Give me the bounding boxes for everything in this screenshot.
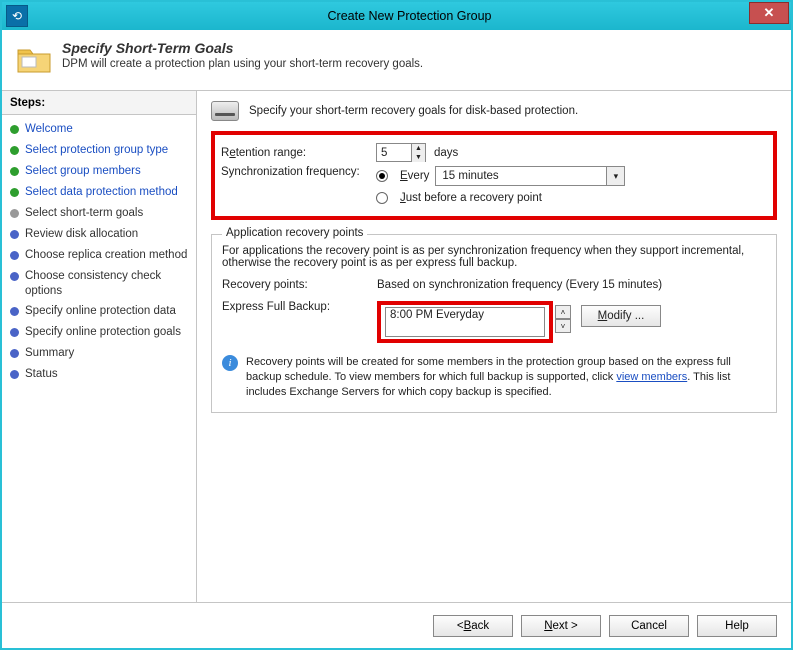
recovery-points-value: Based on synchronization frequency (Ever… [377,279,662,291]
express-highlight: 8:00 PM Everyday [377,301,553,343]
step-bullet-icon [10,146,19,155]
steps-sidebar: Steps: Welcome Select protection group ty… [2,91,197,602]
step-3[interactable]: Select data protection method [2,182,196,203]
step-5: Review disk allocation [2,224,196,245]
sync-interval-select[interactable]: 15 minutes ▾ [435,166,625,186]
help-button[interactable]: Help [697,615,777,637]
sync-just-before-label: Just before a recovery point [400,192,542,204]
cancel-button[interactable]: Cancel [609,615,689,637]
intro-text: Specify your short-term recovery goals f… [249,105,578,117]
retention-range-input[interactable]: 5 ▲▼ [376,143,426,162]
step-label: Review disk allocation [25,227,188,242]
retention-unit: days [434,147,458,159]
step-bullet-icon [10,251,19,260]
dialog-footer: < Back Next > Cancel Help [2,602,791,648]
title-bar: ⟲ Create New Protection Group ✕ [2,2,791,30]
step-bullet-icon [10,328,19,337]
refresh-icon: ⟲ [12,9,22,23]
step-label: Status [25,367,188,382]
step-label: Select protection group type [25,143,188,158]
retention-highlight: Retention range: 5 ▲▼ days Synchronizati… [211,131,777,220]
step-label: Choose replica creation method [25,248,188,263]
step-6: Choose replica creation method [2,245,196,266]
fieldset-legend: Application recovery points [222,227,367,239]
chevron-down-icon: ▾ [606,167,624,185]
express-full-label: Express Full Backup: [222,301,377,313]
step-7: Choose consistency check options [2,266,196,302]
step-bullet-icon [10,125,19,134]
step-bullet-icon [10,209,19,218]
next-button[interactable]: Next > [521,615,601,637]
scroll-down-icon[interactable]: ˅ [555,319,571,333]
page-title: Specify Short-Term Goals [62,40,423,56]
spin-down-icon[interactable]: ▼ [412,153,425,162]
step-bullet-icon [10,167,19,176]
page-subtitle: DPM will create a protection plan using … [62,58,423,70]
step-0[interactable]: Welcome [2,119,196,140]
close-icon: ✕ [764,5,775,21]
app-recovery-fieldset: Application recovery points For applicat… [211,234,777,413]
step-label: Specify online protection goals [25,325,188,340]
view-members-link[interactable]: view members [616,371,687,383]
step-label: Select short-term goals [25,206,188,221]
info-icon: i [222,355,238,371]
step-bullet-icon [10,272,19,281]
step-bullet-icon [10,230,19,239]
sync-just-before-radio[interactable] [376,192,388,204]
step-bullet-icon [10,370,19,379]
window-title: Create New Protection Group [28,9,791,23]
step-label: Summary [25,346,188,361]
back-button[interactable]: < Back [433,615,513,637]
step-label: Welcome [25,122,188,137]
step-1[interactable]: Select protection group type [2,140,196,161]
system-menu-icon[interactable]: ⟲ [6,5,28,27]
step-bullet-icon [10,349,19,358]
step-bullet-icon [10,307,19,316]
close-button[interactable]: ✕ [749,2,789,24]
page-header: Specify Short-Term Goals DPM will create… [2,30,791,90]
step-8: Specify online protection data [2,301,196,322]
step-label: Specify online protection data [25,304,188,319]
info-text: Recovery points will be created for some… [246,355,766,400]
sync-every-label: Every [400,170,429,182]
modify-button[interactable]: Modify ... [581,305,661,327]
spin-up-icon[interactable]: ▲ [412,144,425,153]
retention-label: Retention range: [221,147,376,159]
express-full-listbox[interactable]: 8:00 PM Everyday [385,307,545,337]
sync-freq-label: Synchronization frequency: [221,166,376,178]
step-label: Choose consistency check options [25,269,188,299]
step-2[interactable]: Select group members [2,161,196,182]
sync-every-radio[interactable] [376,170,388,182]
step-label: Select group members [25,164,188,179]
step-9: Specify online protection goals [2,322,196,343]
header-folder-icon [16,44,52,76]
scroll-up-icon[interactable]: ˄ [555,305,571,319]
content-pane: Specify your short-term recovery goals f… [197,91,791,602]
step-4: Select short-term goals [2,203,196,224]
step-11: Status [2,364,196,385]
steps-heading: Steps: [2,91,196,115]
step-bullet-icon [10,188,19,197]
step-label: Select data protection method [25,185,188,200]
step-10: Summary [2,343,196,364]
dialog-window: ⟲ Create New Protection Group ✕ Specify … [0,0,793,650]
fieldset-description: For applications the recovery point is a… [222,245,766,269]
disk-icon [211,101,239,121]
recovery-points-label: Recovery points: [222,279,377,291]
